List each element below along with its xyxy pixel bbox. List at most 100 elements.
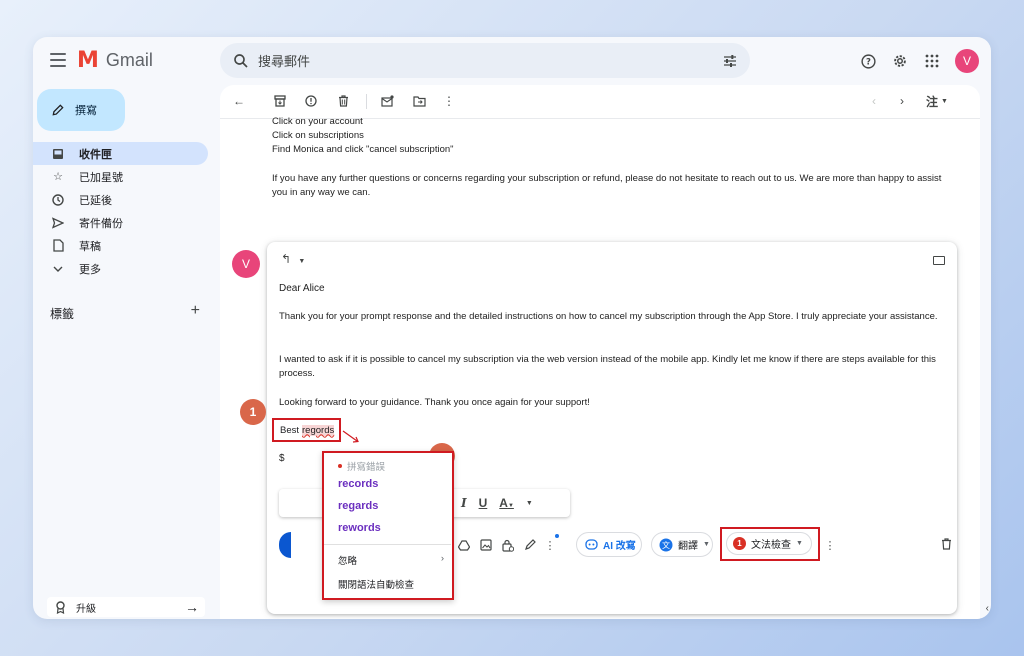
collapse-side-panel-icon[interactable]: ‹ bbox=[986, 603, 989, 614]
ignore-label: 忽略 bbox=[338, 556, 358, 567]
grammar-check-highlight-box: 1 文法檢查 ▼ bbox=[720, 527, 820, 561]
spelling-suggestions-menu: 拼寫錯誤 records regards rewords 忽略 › 關閉語法自動… bbox=[322, 451, 454, 600]
reply-arrow-icon: ↰ bbox=[281, 252, 292, 266]
sidebar-item-snoozed[interactable]: 已延後 bbox=[33, 188, 208, 211]
grammar-error-count: 1 bbox=[733, 537, 746, 550]
account-avatar[interactable]: V bbox=[955, 49, 979, 73]
labels-section: 標籤 + bbox=[50, 303, 200, 322]
signature-fragment: $ bbox=[279, 453, 285, 464]
settings-gear-icon[interactable] bbox=[891, 52, 909, 70]
move-to-icon[interactable] bbox=[412, 94, 426, 108]
sidebar-item-more[interactable]: 更多 bbox=[33, 257, 208, 280]
older-chevron-icon[interactable]: › bbox=[895, 94, 909, 108]
suggestions-title-text: 拼寫錯誤 bbox=[347, 462, 386, 473]
apps-grid-icon[interactable] bbox=[923, 52, 941, 70]
chevron-down-icon bbox=[51, 262, 65, 276]
svg-text:?: ? bbox=[866, 57, 871, 67]
underline-icon[interactable]: U bbox=[479, 496, 488, 510]
more-vert-icon[interactable]: ⋮ bbox=[823, 538, 837, 552]
add-label-icon[interactable]: + bbox=[191, 303, 200, 322]
more-formatting-icon[interactable]: ▼ bbox=[526, 500, 533, 507]
gmail-logo[interactable]: M Gmail bbox=[77, 47, 153, 73]
suggestion-rewords[interactable]: rewords bbox=[338, 522, 381, 534]
arrow-right-icon: → bbox=[185, 599, 199, 615]
help-icon[interactable]: ? bbox=[859, 52, 877, 70]
sidebar-item-label: 已延後 bbox=[79, 194, 112, 207]
more-vert-icon[interactable]: ⋮ bbox=[442, 94, 456, 108]
reply-paragraph-2[interactable]: I wanted to ask if it is possible to can… bbox=[279, 353, 939, 381]
search-bar[interactable]: 搜尋郵件 bbox=[220, 43, 750, 78]
font-color-icon[interactable]: A▼ bbox=[499, 496, 514, 510]
thread-steps: Click on your account Click on subscript… bbox=[272, 115, 454, 157]
turn-off-grammar-option[interactable]: 關閉語法自動檢查 bbox=[338, 577, 414, 591]
translate-button[interactable]: 文 翻譯 ▼ bbox=[651, 532, 713, 557]
chevron-down-icon: ▼ bbox=[796, 540, 803, 547]
popout-icon[interactable] bbox=[933, 256, 945, 265]
toolbar-divider bbox=[366, 94, 367, 109]
ai-rewrite-button[interactable]: AI 改寫 bbox=[576, 532, 642, 557]
archive-icon[interactable] bbox=[273, 94, 287, 108]
chevron-down-icon: ▼ bbox=[703, 541, 710, 548]
sidebar-item-label: 收件匣 bbox=[79, 148, 112, 161]
step-1-marker: 1 bbox=[240, 399, 266, 425]
sidebar-nav: 收件匣 ☆ 已加星號 已延後 寄件備份 草稿 更多 bbox=[33, 142, 208, 280]
closing-word[interactable]: Best bbox=[280, 425, 299, 436]
italic-icon[interactable]: I bbox=[461, 496, 467, 510]
delete-icon[interactable] bbox=[336, 94, 350, 108]
sidebar-item-sent[interactable]: 寄件備份 bbox=[33, 211, 208, 234]
reply-greeting[interactable]: Dear Alice bbox=[279, 282, 939, 296]
compose-label: 撰寫 bbox=[75, 105, 97, 117]
input-language-button[interactable]: 注 ▼ bbox=[925, 94, 949, 109]
grammar-check-button[interactable]: 1 文法檢查 ▼ bbox=[726, 532, 812, 555]
photo-icon[interactable] bbox=[479, 538, 493, 552]
reply-paragraph-3[interactable]: Looking forward to your guidance. Thank … bbox=[279, 396, 939, 410]
sidebar-item-starred[interactable]: ☆ 已加星號 bbox=[33, 165, 208, 188]
reply-sender-avatar: V bbox=[232, 250, 260, 278]
search-icon[interactable] bbox=[232, 52, 250, 70]
send-button[interactable] bbox=[279, 532, 291, 558]
input-language-label: 注 bbox=[926, 94, 939, 109]
search-options-icon[interactable] bbox=[722, 53, 738, 69]
inbox-icon bbox=[51, 147, 65, 161]
discard-draft-icon[interactable] bbox=[941, 538, 953, 552]
thread-line: Click on your account bbox=[272, 116, 363, 127]
sidebar-item-inbox[interactable]: 收件匣 bbox=[33, 142, 208, 165]
upgrade-button[interactable]: 升級 → bbox=[47, 597, 205, 617]
send-icon bbox=[51, 216, 65, 230]
misspelled-word[interactable]: regords bbox=[302, 424, 335, 436]
gmail-m-icon: M bbox=[77, 47, 99, 73]
message-toolbar: ← ⋮ ‹ › 注 ▼ bbox=[220, 85, 980, 119]
chevron-right-icon: › bbox=[440, 553, 444, 564]
suggestion-regards[interactable]: regards bbox=[338, 500, 378, 512]
newer-chevron-icon[interactable]: ‹ bbox=[867, 94, 881, 108]
error-dot-icon bbox=[338, 464, 342, 468]
report-spam-icon[interactable] bbox=[304, 94, 318, 108]
mark-unread-icon[interactable] bbox=[380, 94, 394, 108]
lock-clock-icon[interactable] bbox=[501, 538, 515, 552]
more-options-icon[interactable]: ⋮ bbox=[543, 534, 559, 552]
search-input[interactable]: 搜尋郵件 bbox=[258, 51, 722, 70]
sidebar-item-drafts[interactable]: 草稿 bbox=[33, 234, 208, 257]
suggestions-title: 拼寫錯誤 bbox=[338, 459, 385, 473]
draft-icon bbox=[51, 239, 65, 253]
reply-type-button[interactable]: ↰ ▼ bbox=[281, 252, 305, 266]
callout-arrow-icon bbox=[342, 430, 359, 443]
reply-paragraph-1[interactable]: Thank you for your prompt response and t… bbox=[279, 310, 939, 324]
sidebar-item-label: 寄件備份 bbox=[79, 217, 123, 230]
thread-line: Find Monica and click "cancel subscripti… bbox=[272, 144, 454, 155]
main-menu-icon[interactable] bbox=[50, 53, 66, 67]
main-panel: ← ⋮ ‹ › 注 ▼ Click on your account Click o… bbox=[220, 85, 980, 619]
reply-compose-card: ↰ ▼ Dear Alice Thank you for your prompt… bbox=[240, 242, 957, 614]
chevron-down-icon: ▼ bbox=[298, 258, 306, 265]
suggestion-records[interactable]: records bbox=[338, 478, 378, 490]
upgrade-label: 升級 bbox=[76, 603, 96, 615]
drive-icon[interactable] bbox=[457, 538, 471, 552]
back-arrow-icon[interactable]: ← bbox=[232, 94, 246, 108]
app-name: Gmail bbox=[105, 50, 153, 70]
compose-button[interactable]: 撰寫 bbox=[37, 89, 125, 131]
sidebar-item-label: 草稿 bbox=[79, 240, 101, 253]
ai-rewrite-label: AI 改寫 bbox=[603, 541, 636, 552]
signature-pen-icon[interactable] bbox=[523, 538, 537, 552]
clock-icon bbox=[51, 193, 65, 207]
ignore-option[interactable]: 忽略 › bbox=[338, 553, 444, 567]
